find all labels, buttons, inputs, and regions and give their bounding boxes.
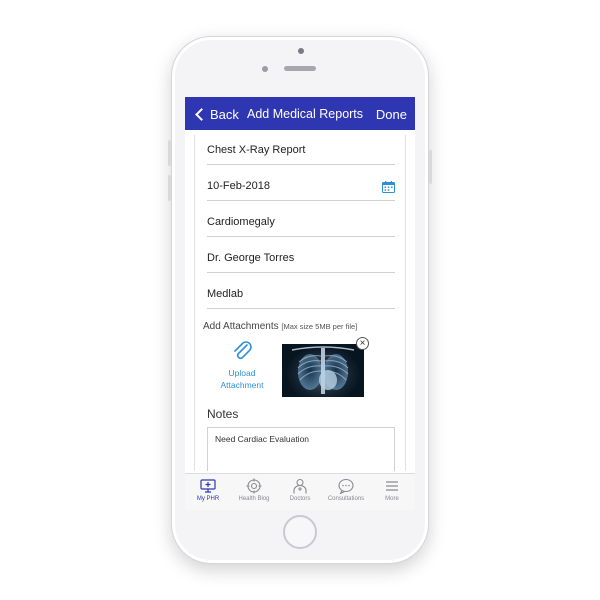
report-date-field[interactable]: 10-Feb-2018	[207, 175, 395, 201]
navigation-bar: Back Add Medical Reports Done	[185, 97, 415, 130]
upload-label-line1: Upload	[228, 368, 256, 378]
volume-button	[168, 140, 171, 166]
close-icon: ×	[359, 338, 366, 349]
tab-label: Doctors	[289, 496, 311, 502]
front-camera	[298, 48, 304, 54]
back-button[interactable]: Back	[194, 105, 239, 123]
tab-consultations[interactable]: Consultations	[323, 474, 369, 510]
attachments-hint: [Max size 5MB per file]	[281, 322, 358, 331]
tab-doctors[interactable]: Doctors	[277, 474, 323, 510]
report-name-field[interactable]: Chest X-Ray Report	[207, 139, 395, 165]
attachments-heading: Add Attachments [Max size 5MB per file]	[203, 321, 357, 332]
condition-field[interactable]: Cardiomegaly	[207, 211, 395, 237]
attachments-label: Add Attachments	[203, 321, 279, 332]
doctor-icon	[293, 478, 307, 494]
chat-icon	[338, 478, 354, 494]
page-title: Add Medical Reports	[247, 107, 364, 121]
done-button[interactable]: Done	[376, 107, 407, 122]
paperclip-icon	[234, 341, 252, 360]
xray-image	[282, 344, 364, 397]
proximity-sensor	[262, 66, 268, 72]
chevron-left-icon	[195, 107, 208, 121]
report-name-value: Chest X-Ray Report	[207, 144, 306, 156]
tab-label: More	[385, 496, 399, 502]
crosshair-icon	[246, 478, 262, 494]
back-label: Back	[210, 106, 239, 122]
notes-textarea[interactable]: Need Cardiac Evaluation	[207, 427, 395, 471]
upload-attachment-button[interactable]: Upload Attachment	[211, 341, 273, 390]
calendar-icon[interactable]	[382, 181, 395, 193]
report-form: Chest X-Ray Report 10-Feb-2018 Cardiomeg…	[194, 135, 406, 471]
xray-thumbnail[interactable]	[282, 344, 364, 397]
volume-button	[168, 175, 171, 201]
doctor-field[interactable]: Dr. George Torres	[207, 247, 395, 273]
tab-my-phr[interactable]: My PHR	[185, 474, 231, 510]
menu-icon	[386, 481, 398, 491]
tab-label: My PHR	[196, 496, 220, 502]
notes-label: Notes	[207, 407, 239, 421]
tab-bar: My PHR Health Blog Doctors Consultations…	[185, 473, 415, 510]
doctor-value: Dr. George Torres	[207, 252, 295, 264]
power-button	[429, 150, 432, 184]
upload-label-line2: Attachment	[220, 380, 264, 390]
tab-label: Consultations	[327, 496, 365, 502]
lab-value: Medlab	[207, 288, 244, 300]
monitor-icon	[200, 479, 216, 493]
home-button[interactable]	[283, 515, 317, 549]
tab-label: Health Blog	[238, 496, 270, 502]
tab-more[interactable]: More	[369, 474, 415, 510]
app-screen: Back Add Medical Reports Done Chest X-Ra…	[185, 97, 415, 510]
tab-health-blog[interactable]: Health Blog	[231, 474, 277, 510]
earpiece-speaker	[284, 66, 316, 71]
lab-field[interactable]: Medlab	[207, 283, 395, 309]
report-date-value: 10-Feb-2018	[207, 180, 270, 192]
condition-value: Cardiomegaly	[207, 216, 275, 228]
remove-attachment-button[interactable]: ×	[356, 337, 369, 350]
